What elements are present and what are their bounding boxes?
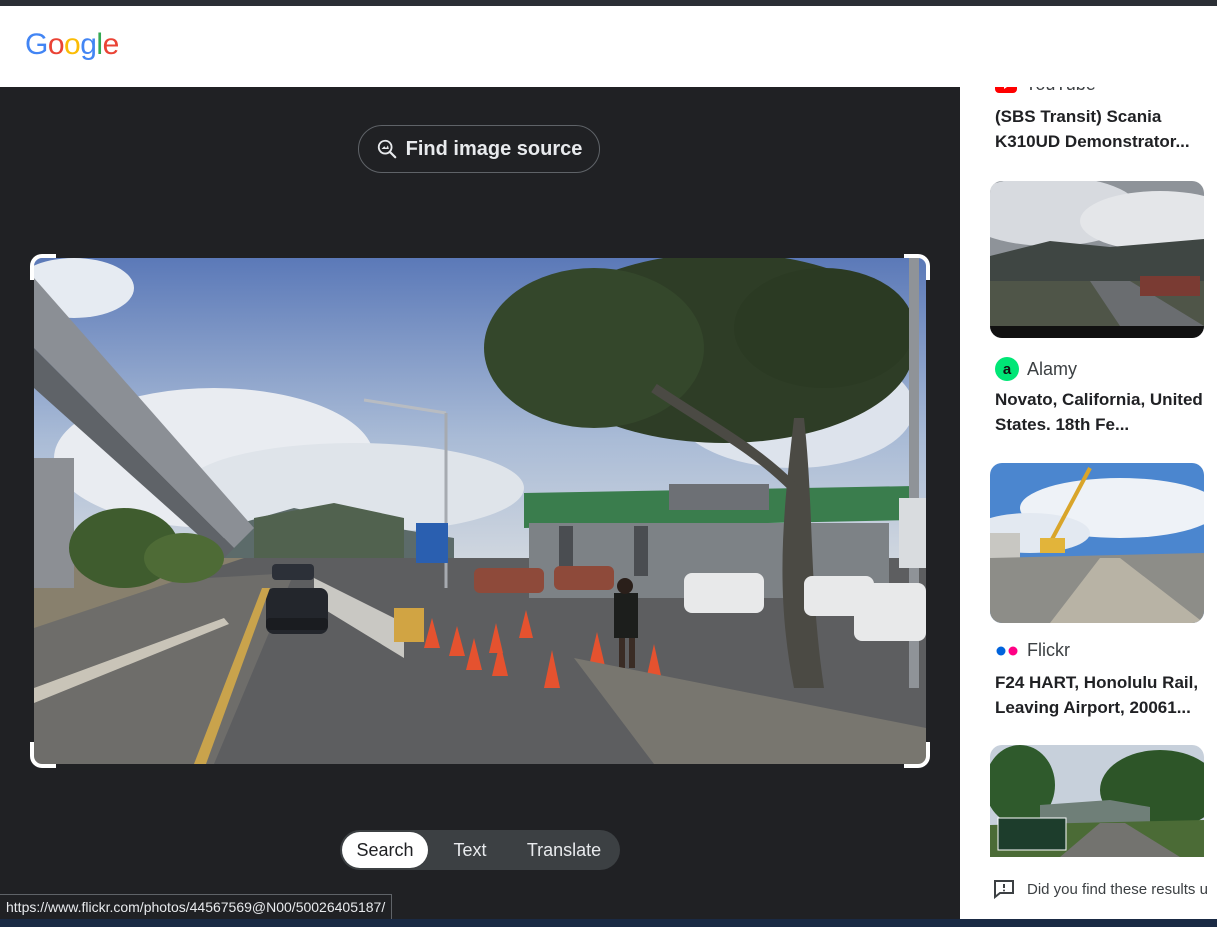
- result-source: a Alamy: [995, 357, 1077, 381]
- logo-letter: g: [80, 28, 97, 61]
- crop-handle-top-right[interactable]: [904, 254, 930, 280]
- tab-search[interactable]: Search: [342, 832, 428, 868]
- feedback-text: Did you find these results u: [1027, 880, 1208, 898]
- logo-letter: e: [102, 28, 120, 61]
- flickr-icon: [996, 646, 1018, 655]
- tab-translate[interactable]: Translate: [512, 832, 616, 868]
- header: Google: [0, 6, 1217, 87]
- result-source-name: Alamy: [1027, 358, 1078, 379]
- crop-handle-bottom-right[interactable]: [904, 742, 930, 768]
- result-source-name: YouTube: [1025, 87, 1096, 95]
- tab-text[interactable]: Text: [428, 832, 512, 868]
- result-source: Flickr: [995, 640, 1070, 661]
- result-source: YouTube: [995, 87, 1096, 95]
- feedback-prompt[interactable]: Did you find these results u: [993, 879, 1208, 899]
- result-source-name: Flickr: [1027, 640, 1070, 660]
- logo-letter: G: [25, 28, 48, 61]
- crop-handle-bottom-left[interactable]: [30, 742, 56, 768]
- alamy-icon: a: [995, 357, 1019, 381]
- lens-mode-tabs: Search Text Translate: [340, 830, 620, 870]
- crop-handle-top-left[interactable]: [30, 254, 56, 280]
- lens-image-pane: Find image source Search Text Translate: [0, 87, 960, 927]
- result-title[interactable]: Novato, California, United States. 18th …: [995, 387, 1205, 437]
- result-title[interactable]: F24 HART, Honolulu Rail, Leaving Airport…: [995, 670, 1205, 720]
- results-panel: YouTube (SBS Transit) Scania K310UD Demo…: [960, 87, 1217, 919]
- selected-image-frame[interactable]: [30, 254, 930, 768]
- google-logo[interactable]: Google: [25, 28, 119, 62]
- result-thumbnail[interactable]: [990, 463, 1204, 623]
- image-search-icon: [377, 139, 396, 159]
- logo-letter: o: [64, 28, 81, 61]
- result-title[interactable]: (SBS Transit) Scania K310UD Demonstrator…: [995, 104, 1205, 154]
- result-thumbnail[interactable]: [990, 745, 1204, 857]
- feedback-icon: [994, 880, 1014, 899]
- youtube-icon: [995, 87, 1017, 93]
- find-image-source-button[interactable]: Find image source: [358, 125, 600, 173]
- selected-image: [34, 258, 926, 764]
- status-bar-url: https://www.flickr.com/photos/44567569@N…: [0, 894, 393, 921]
- result-thumbnail[interactable]: [990, 181, 1204, 338]
- taskbar-edge: [0, 919, 1217, 927]
- logo-letter: o: [47, 28, 65, 61]
- find-image-source-label: Find image source: [405, 137, 583, 160]
- svg-text:a: a: [1003, 361, 1012, 378]
